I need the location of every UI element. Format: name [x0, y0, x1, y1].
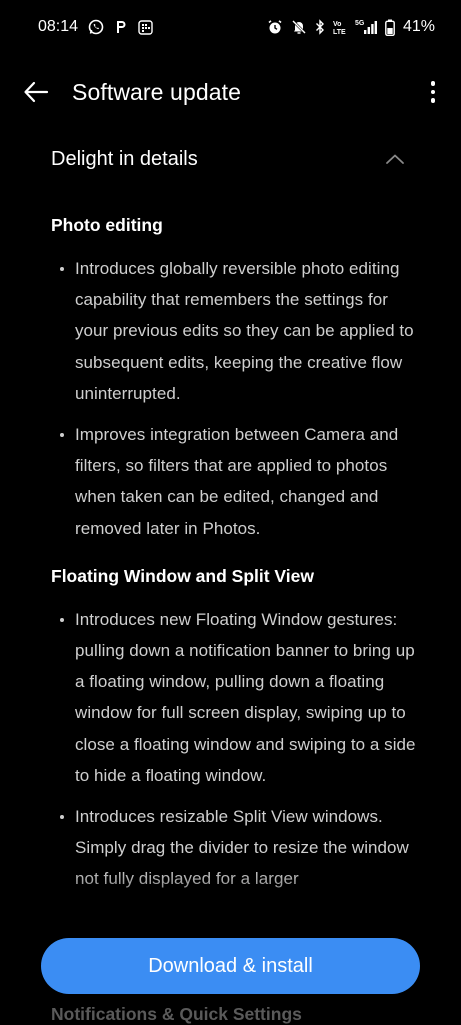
more-dot [430, 81, 436, 86]
list-item: Introduces new Floating Window gestures:… [51, 604, 421, 791]
svg-text:Vo: Vo [333, 21, 341, 28]
section-header-delight-in-details[interactable]: Delight in details [51, 144, 421, 174]
bullet-list: Introduces new Floating Window gestures:… [51, 604, 421, 895]
status-time: 08:14 [38, 18, 79, 35]
list-item: Improves integration between Camera and … [51, 419, 421, 544]
whatsapp-icon [88, 19, 104, 35]
calendar-grid-icon [138, 19, 153, 35]
signal-icon: 5G [355, 19, 377, 35]
alarm-icon [267, 19, 283, 35]
more-dot [430, 98, 436, 103]
status-left: 08:14 [38, 18, 153, 36]
svg-text:5G: 5G [355, 20, 365, 27]
list-item: Introduces resizable Split View windows.… [51, 801, 421, 895]
bullet-list: Introduces globally reversible photo edi… [51, 253, 421, 544]
battery-percent: 41% [402, 18, 435, 35]
status-right: Vo LTE 5G 41% [267, 18, 435, 36]
app-bar: Software update [0, 62, 461, 122]
list-item: Introduces globally reversible photo edi… [51, 253, 421, 409]
bluetooth-icon [315, 19, 325, 35]
page-title: Software update [72, 78, 242, 105]
release-notes: Photo editing Introduces globally revers… [51, 212, 421, 895]
back-arrow-icon[interactable] [20, 76, 52, 108]
group-heading-floating-window: Floating Window and Split View [51, 565, 314, 586]
chevron-up-icon [386, 154, 404, 164]
battery-icon [385, 19, 395, 36]
mute-icon [291, 19, 307, 35]
section-title: Delight in details [51, 147, 198, 170]
more-dot [430, 89, 436, 95]
volte-icon: Vo LTE [333, 19, 347, 35]
svg-text:LTE: LTE [333, 29, 346, 35]
status-bar: 08:14 Vo LTE 5G 41% [0, 0, 461, 54]
more-vert-icon[interactable] [427, 76, 439, 108]
p-app-icon [114, 19, 128, 35]
group-heading-notifications: Notifications & Quick Settings [51, 1004, 302, 1024]
download-install-button[interactable]: Download & install [41, 938, 420, 994]
group-heading-photo-editing: Photo editing [51, 215, 163, 235]
